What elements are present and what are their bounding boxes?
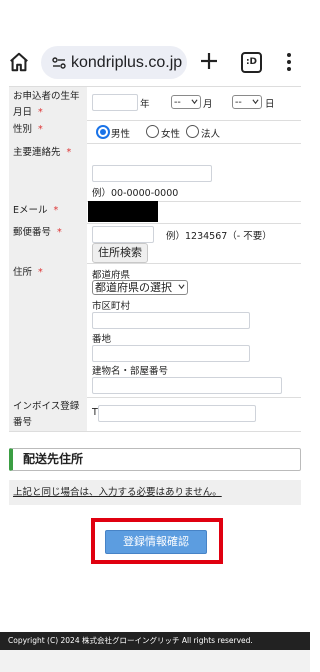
birth-month-select[interactable]: -- [171,95,201,109]
gender-option-female[interactable]: 女性 [161,126,180,140]
email-label-cell: Eメール * [9,201,87,223]
phone-label-cell: 主要連絡先 * [9,143,87,201]
more-menu-icon[interactable] [286,51,292,73]
invoice-label: インボイス登録番号 [13,401,80,428]
address-label-cell: 住所 * [9,263,87,397]
gender-radio-female[interactable] [146,125,159,138]
gender-option-male[interactable]: 男性 [111,126,130,140]
postal-label-cell: 郵便番号 * [9,223,87,263]
city-label: 市区町村 [92,301,131,312]
year-unit: 年 [140,99,150,110]
invoice-number-input[interactable] [98,405,256,422]
street-label: 番地 [92,334,112,345]
gender-row: 性別 * 男性 女性 法人 [9,120,301,144]
phone-row: 主要連絡先 * 例）00-0000-0000 [9,143,301,202]
shipping-note: 上記と同じ場合は、入力する必要はありません。 [9,480,301,505]
gender-label-cell: 性別 * [9,120,87,143]
registration-form: お申込者の生年月日 * 年 -- 月 -- 日 性別 * 男性 女性 法人 主要… [9,86,301,432]
invoice-row: インボイス登録番号 T [9,397,301,432]
postal-example: 例）1234567（- 不要） [166,231,272,242]
shipping-address-heading: 配送先住所 [9,448,301,471]
invoice-inputs: T [88,397,301,431]
phone-input[interactable] [92,165,212,182]
month-unit: 月 [203,99,213,110]
invoice-label-cell: インボイス登録番号 [9,397,87,431]
tab-count: :D [245,57,258,67]
email-inputs [88,201,301,223]
building-input[interactable] [92,377,282,394]
address-label: 住所 [13,267,33,278]
shipping-note-text[interactable]: 上記と同じ場合は、入力する必要はありません。 [13,487,222,498]
postal-inputs: 例）1234567（- 不要） 住所検索 [88,223,301,263]
birth-day-value: -- [235,97,242,108]
city-input[interactable] [92,312,250,329]
email-row: Eメール * [9,201,301,224]
prefecture-select-value: 都道府県の選択 [95,281,172,294]
chevron-down-icon [178,284,185,290]
birthdate-label-cell: お申込者の生年月日 * [9,87,87,120]
browser-toolbar: kondriplus.co.jp :D [0,32,310,92]
gender-radio-corporate[interactable] [186,125,199,138]
chevron-down-icon [191,99,198,105]
postal-input[interactable] [92,226,154,243]
address-search-button[interactable]: 住所検索 [92,243,148,263]
gender-radio-male[interactable] [96,125,110,139]
birth-day-select[interactable]: -- [232,95,262,109]
phone-inputs: 例）00-0000-0000 [88,143,301,201]
home-icon[interactable] [8,51,30,73]
tab-switcher-button[interactable]: :D [241,52,262,73]
prefecture-select[interactable]: 都道府県の選択 [92,280,188,295]
required-mark: * [38,124,43,135]
address-row: 住所 * 都道府県 都道府県の選択 市区町村 番地 建物名・部屋番号 [9,263,301,398]
postal-row: 郵便番号 * 例）1234567（- 不要） 住所検索 [9,223,301,264]
gender-option-corporate[interactable]: 法人 [201,126,220,140]
day-unit: 日 [265,99,275,110]
system-navigation-bar [0,650,310,672]
gender-label: 性別 [13,124,33,135]
confirm-registration-button[interactable]: 登録情報確認 [105,530,207,554]
phone-label: 主要連絡先 [13,147,61,158]
chevron-down-icon [252,99,259,105]
required-mark: * [57,227,62,238]
required-mark: * [66,147,72,158]
status-bar [0,0,310,32]
required-mark: * [38,107,43,118]
required-mark: * [53,205,59,216]
footer-copyright: Copyright (C) 2024 株式会社グローイングリッチ All rig… [0,632,310,650]
prefecture-label: 都道府県 [92,270,131,281]
street-input[interactable] [92,345,250,362]
postal-label: 郵便番号 [13,227,52,238]
birthdate-row: お申込者の生年月日 * 年 -- 月 -- 日 [9,87,301,121]
birth-month-value: -- [174,97,181,108]
address-bar[interactable]: kondriplus.co.jp [41,46,187,79]
address-inputs: 都道府県 都道府県の選択 市区町村 番地 建物名・部屋番号 [88,263,301,397]
url-text: kondriplus.co.jp [71,53,183,71]
birthdate-label: お申込者の生年月日 [13,91,80,118]
email-input-redacted[interactable] [88,201,158,222]
gender-options: 男性 女性 法人 [88,120,301,143]
birthdate-inputs: 年 -- 月 -- 日 [88,87,301,120]
invoice-prefix: T [92,407,98,418]
birth-year-input[interactable] [92,94,138,111]
phone-example: 例）00-0000-0000 [92,188,179,199]
building-label: 建物名・部屋番号 [92,366,169,377]
new-tab-icon[interactable] [198,50,220,72]
email-label: Eメール [13,205,48,216]
required-mark: * [38,267,43,278]
site-settings-icon[interactable] [51,55,67,71]
